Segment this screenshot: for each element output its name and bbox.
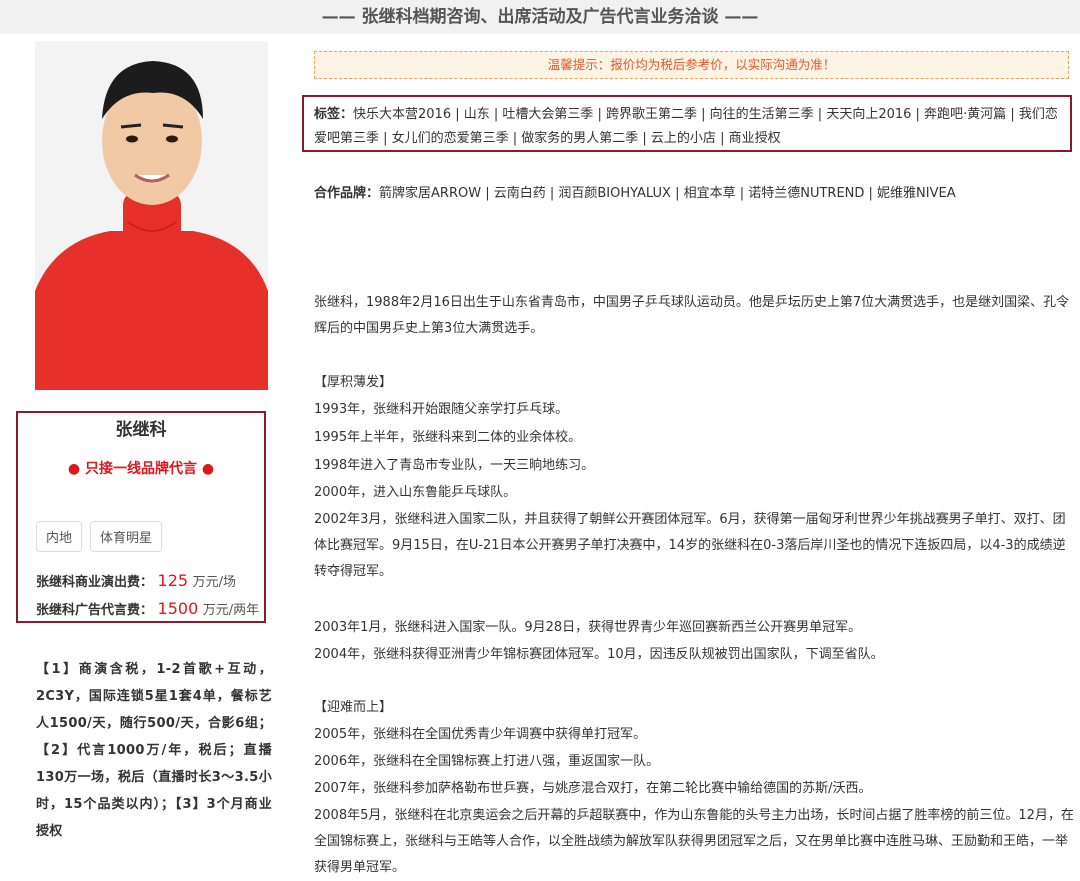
- fee-endorsement-unit: 万元/两年: [202, 603, 260, 618]
- bio-intro: 张继科，1988年2月16日出生于山东省青岛市，中国男子乒乓球队运动员。他是乒坛…: [314, 295, 1070, 336]
- brands-key: 合作品牌：: [314, 186, 380, 201]
- bio-paragraph: 2002年3月，张继科进入国家二队，并且获得了朝鲜公开赛团体冠军。6月，获得第一…: [314, 512, 1066, 579]
- brands-list: 箭牌家居ARROW | 云南白药 | 润百颜BIOHYALUX | 相宜本草 |…: [379, 186, 956, 201]
- labels-list: 快乐大本营2016 | 山东 | 吐槽大会第三季 | 跨界歌王第二季 | 向往的…: [314, 107, 1058, 146]
- fee-endorsement-label: 张继科广告代言费：: [36, 603, 154, 618]
- fee-performance-value: 125: [157, 571, 189, 590]
- bio-paragraph: 1998年进入了青岛市专业队，一天三晌地练习。: [314, 458, 595, 473]
- fee-performance-unit: 万元/场: [192, 575, 237, 590]
- booking-notes: 【1】商演含税，1-2首歌+互动，2C3Y，国际连锁5星1套4单，餐标艺人150…: [36, 662, 272, 839]
- bio-paragraph: 2003年1月，张继科进入国家一队。9月28日，获得世界青少年巡回赛新西兰公开赛…: [314, 620, 862, 635]
- fee-performance: 张继科商业演出费： 125 万元/场: [36, 571, 236, 590]
- page-header: —— 张继科档期咨询、出席活动及广告代言业务洽谈 ——: [0, 0, 1080, 34]
- fee-endorsement: 张继科广告代言费： 1500 万元/两年: [36, 599, 259, 618]
- category-tags: 内地 体育明星: [36, 521, 163, 552]
- bio-paragraph: 2005年，张继科在全国优秀青少年调赛中获得单打冠军。: [314, 727, 647, 742]
- profile-card: 张继科 ● 只接一线品牌代言 ● 内地 体育明星 张继科商业演出费： 125 万…: [16, 411, 266, 623]
- tag-sports-star[interactable]: 体育明星: [90, 521, 163, 552]
- bio-paragraph: 2008年5月，张继科在北京奥运会之后开幕的乒超联赛中，作为山东鲁能的头号主力出…: [314, 808, 1074, 875]
- bio-paragraph: 1995年上半年，张继科来到二体的业余体校。: [314, 430, 582, 445]
- brands-line: 合作品牌：箭牌家居ARROW | 云南白药 | 润百颜BIOHYALUX | 相…: [314, 182, 1074, 201]
- bio-paragraph: 2006年，张继科在全国锦标赛上打进八强，重返国家一队。: [314, 754, 660, 769]
- fee-endorsement-value: 1500: [157, 599, 199, 618]
- celebrity-name: 张继科: [115, 420, 167, 440]
- bio-paragraph: 2000年，进入山东鲁能乒乓球队。: [314, 485, 517, 500]
- celebrity-photo: [35, 41, 268, 390]
- tag-mainland[interactable]: 内地: [36, 521, 83, 552]
- bio-paragraph: 1993年，张继科开始跟随父亲学打乒乓球。: [314, 402, 569, 417]
- endorsement-motto: ● 只接一线品牌代言 ●: [67, 461, 215, 477]
- bio-paragraph: 2004年，张继科获得亚洲青少年锦标赛团体冠军。10月，因违反队规被罚出国家队，…: [314, 647, 884, 662]
- section-title-hjbf: 【厚积薄发】: [314, 375, 393, 390]
- labels-box: 标签：快乐大本营2016 | 山东 | 吐槽大会第三季 | 跨界歌王第二季 | …: [302, 95, 1072, 152]
- fee-performance-label: 张继科商业演出费：: [36, 575, 154, 590]
- labels-key: 标签：: [314, 107, 354, 122]
- bio-paragraph: 2007年，张继科参加萨格勒布世乒赛，与姚彦混合双打，在第二轮比赛中输给德国的苏…: [314, 781, 872, 796]
- section-title-yncs: 【迎难而上】: [314, 700, 393, 715]
- price-notice: 温馨提示：报价均为税后参考价，以实际沟通为准！: [314, 51, 1069, 79]
